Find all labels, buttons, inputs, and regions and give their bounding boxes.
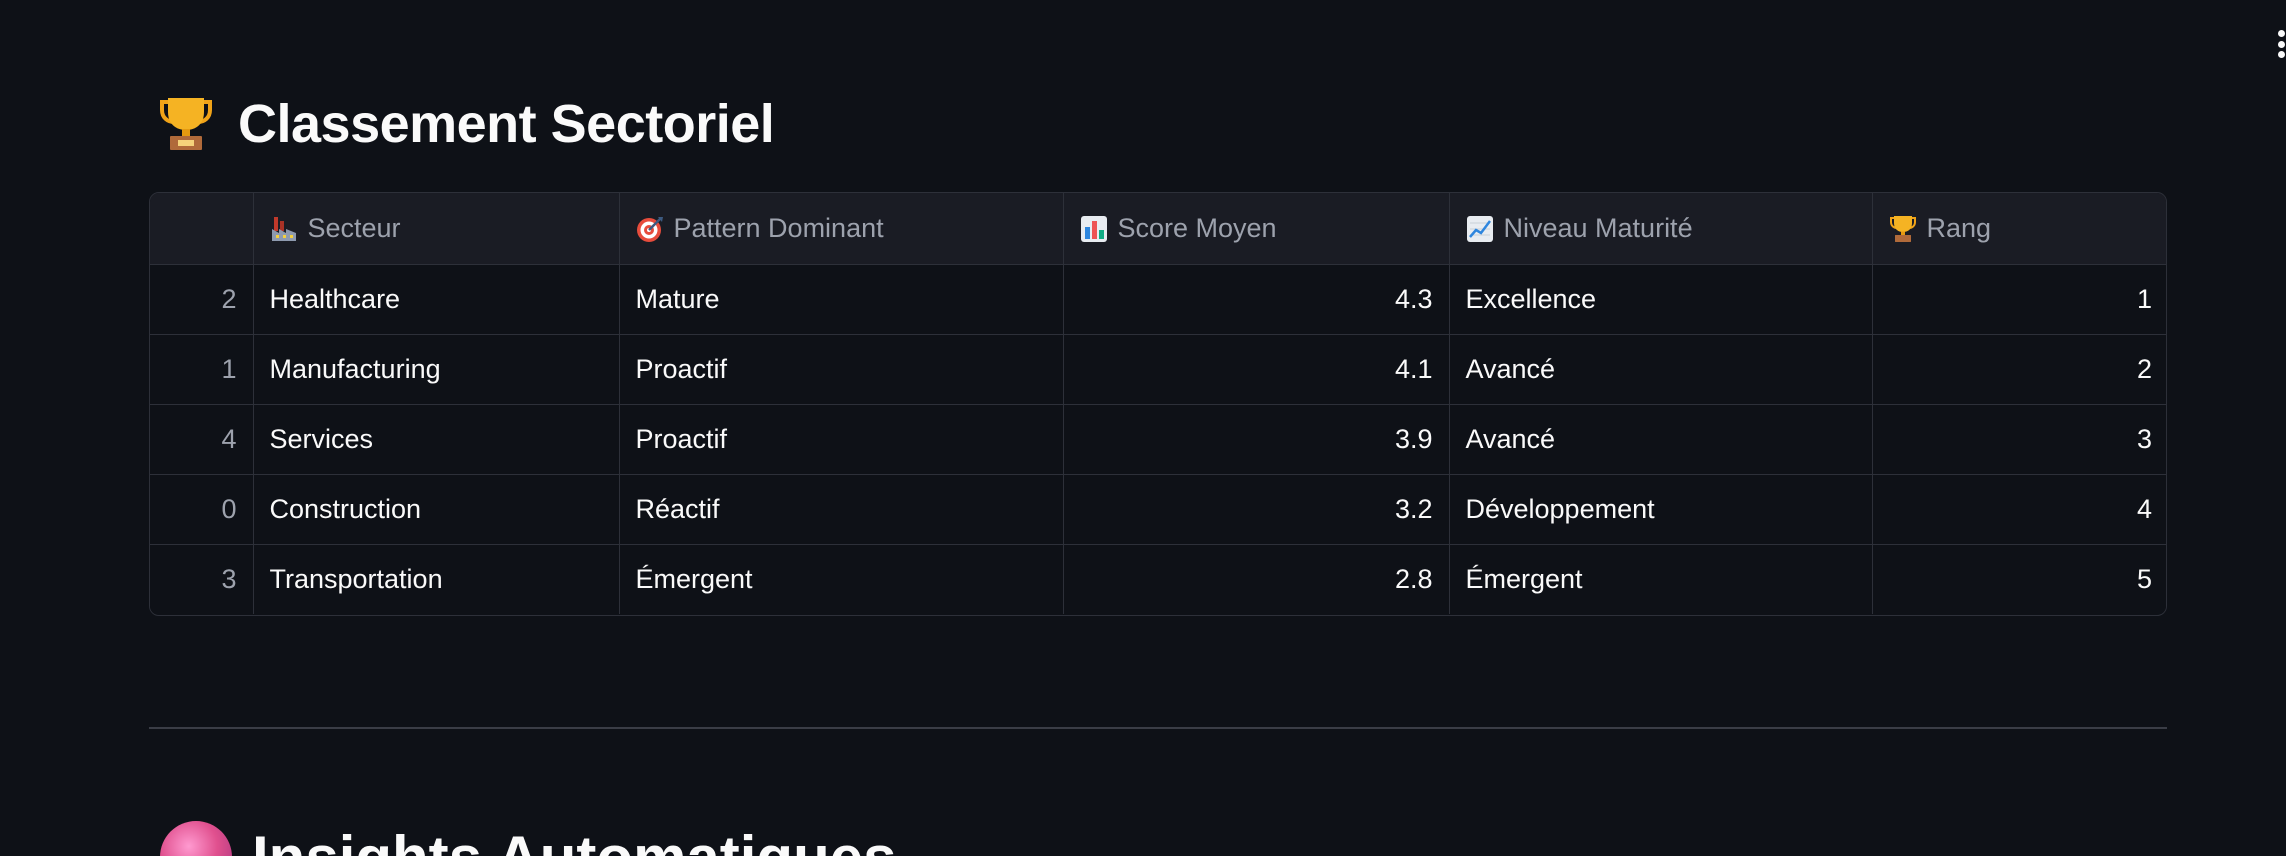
menu-dot xyxy=(2277,40,2285,48)
cell-secteur[interactable]: Construction xyxy=(253,474,620,545)
cell-maturite[interactable]: Avancé xyxy=(1449,334,1873,405)
cell-pattern[interactable]: Proactif xyxy=(619,404,1064,475)
menu-dot xyxy=(2277,30,2285,37)
factory-icon xyxy=(271,216,296,241)
column-header-rang[interactable]: Rang xyxy=(1872,193,2166,265)
header-label: Rang xyxy=(1926,213,1992,243)
cell-maturite[interactable]: Développement xyxy=(1449,474,1873,545)
cell-rang[interactable]: 2 xyxy=(1872,334,2166,405)
column-header-pattern[interactable]: Pattern Dominant xyxy=(619,193,1064,265)
cell-rang[interactable]: 5 xyxy=(1872,544,2166,614)
trend-chart-icon xyxy=(1466,215,1493,242)
main-menu-button[interactable] xyxy=(2276,30,2286,58)
table-header-row: Secteur Pattern Dominant Score Moyen Niv… xyxy=(150,193,2166,265)
column-header-maturite[interactable]: Niveau Maturité xyxy=(1449,193,1873,265)
cell-secteur[interactable]: Healthcare xyxy=(253,264,620,335)
cell-maturite[interactable]: Excellence xyxy=(1449,264,1873,335)
table-row[interactable]: 4 Services Proactif 3.9 Avancé 3 xyxy=(150,404,2166,475)
header-label: Niveau Maturité xyxy=(1503,213,1693,243)
cell-maturite[interactable]: Avancé xyxy=(1449,404,1873,475)
cell-score[interactable]: 4.3 xyxy=(1063,264,1450,335)
cell-pattern[interactable]: Proactif xyxy=(619,334,1064,405)
index-header xyxy=(150,193,254,265)
header-label: Pattern Dominant xyxy=(673,213,884,243)
cell-secteur[interactable]: Manufacturing xyxy=(253,334,620,405)
cell-maturite[interactable]: Émergent xyxy=(1449,544,1873,614)
ranking-table[interactable]: Secteur Pattern Dominant Score Moyen Niv… xyxy=(149,192,2167,616)
row-index: 1 xyxy=(150,334,254,405)
next-section-heading: Insights Automatiques xyxy=(160,821,896,856)
table-row[interactable]: 0 Construction Réactif 3.2 Développement… xyxy=(150,474,2166,545)
row-index: 2 xyxy=(150,264,254,335)
cell-rang[interactable]: 3 xyxy=(1872,404,2166,475)
column-header-secteur[interactable]: Secteur xyxy=(253,193,620,265)
cell-pattern[interactable]: Émergent xyxy=(619,544,1064,614)
table-row[interactable]: 3 Transportation Émergent 2.8 Émergent 5 xyxy=(150,544,2166,614)
header-label: Score Moyen xyxy=(1117,213,1277,243)
menu-dot xyxy=(2277,51,2285,58)
row-index: 3 xyxy=(150,544,254,614)
cell-pattern[interactable]: Réactif xyxy=(619,474,1064,545)
section-title: Classement Sectoriel xyxy=(238,94,775,154)
cell-rang[interactable]: 4 xyxy=(1872,474,2166,545)
cell-secteur[interactable]: Transportation xyxy=(253,544,620,614)
section-divider xyxy=(149,727,2167,729)
row-index: 0 xyxy=(150,474,254,545)
cell-score[interactable]: 3.9 xyxy=(1063,404,1450,475)
cell-pattern[interactable]: Mature xyxy=(619,264,1064,335)
cell-secteur[interactable]: Services xyxy=(253,404,620,475)
table-row[interactable]: 2 Healthcare Mature 4.3 Excellence 1 xyxy=(150,264,2166,335)
table-row[interactable]: 1 Manufacturing Proactif 4.1 Avancé 2 xyxy=(150,334,2166,405)
bar-chart-icon xyxy=(1080,215,1107,242)
target-icon xyxy=(636,216,663,242)
trophy-icon xyxy=(1889,215,1916,242)
header-label: Secteur xyxy=(307,213,401,243)
cell-score[interactable]: 3.2 xyxy=(1063,474,1450,545)
crystal-ball-icon xyxy=(160,821,232,856)
next-section-title: Insights Automatiques xyxy=(252,823,896,856)
app-page: Classement Sectoriel Secteur Pattern Dom… xyxy=(0,0,2286,856)
trophy-icon xyxy=(160,98,212,150)
row-index: 4 xyxy=(150,404,254,475)
cell-score[interactable]: 2.8 xyxy=(1063,544,1450,614)
column-header-score[interactable]: Score Moyen xyxy=(1063,193,1450,265)
section-heading: Classement Sectoriel xyxy=(160,88,775,160)
cell-score[interactable]: 4.1 xyxy=(1063,334,1450,405)
cell-rang[interactable]: 1 xyxy=(1872,264,2166,335)
